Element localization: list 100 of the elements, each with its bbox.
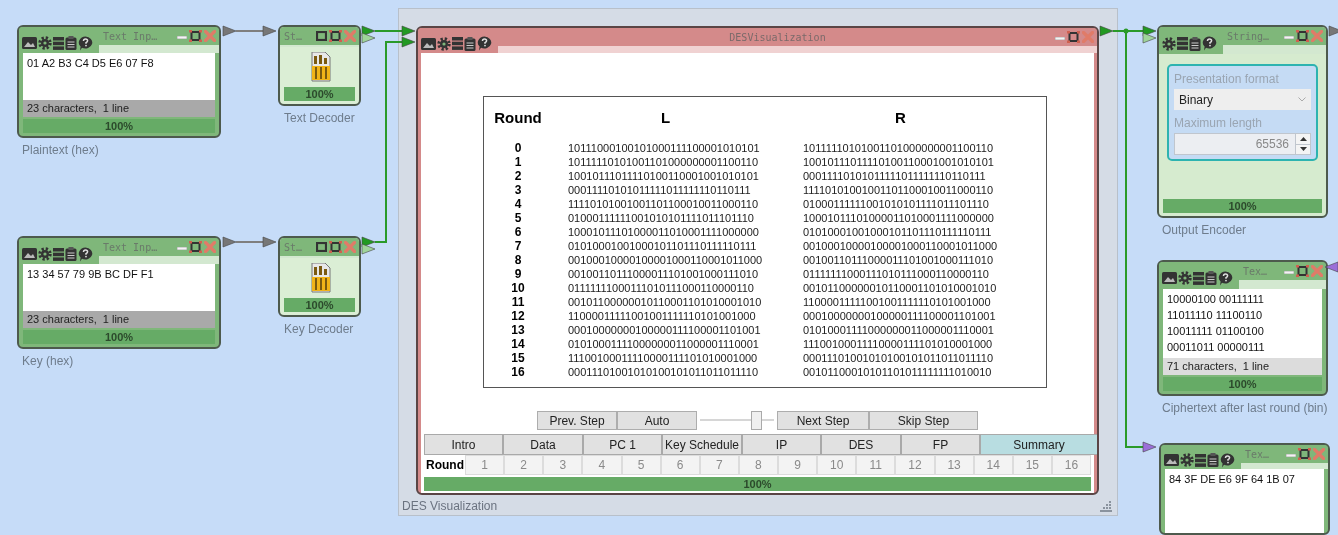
- table-cell-text: 10010111011110100110001001010101: [567, 169, 760, 183]
- table-cell-text: 00100010000100001000110001011000: [567, 253, 764, 267]
- table-cell-text: 10111110101001101000000001100110: [802, 141, 995, 155]
- text-area[interactable]: 13 34 57 79 9B BC DF F1: [23, 264, 215, 312]
- image-icon[interactable]: [421, 37, 436, 50]
- step-button[interactable]: Prev. Step: [537, 411, 617, 430]
- step-button[interactable]: Skip Step: [869, 411, 978, 430]
- table-cell-text: 10001011101000011010001111000000: [802, 211, 995, 225]
- gear-icon[interactable]: [1178, 271, 1192, 286]
- table-cell-text: 00100110111000011101001000111010: [802, 253, 995, 267]
- clipboard-icon[interactable]: [464, 36, 476, 51]
- clipboard-icon[interactable]: [65, 247, 77, 262]
- image-icon[interactable]: [22, 248, 37, 261]
- table-cell-text: 11000011111001001111110101001000: [567, 309, 757, 323]
- round-number: 0: [513, 141, 523, 155]
- table-cell-text: 10010111011110100110001001010101: [802, 155, 995, 169]
- round-number: 6: [513, 225, 523, 239]
- arrow-down-icon: [1299, 147, 1307, 152]
- maximize-icon[interactable]: [329, 30, 342, 42]
- table-cell-text: 01000111111001010101111011101110: [802, 197, 990, 211]
- table-cell-text: 00011101001010100101011011011110: [567, 365, 760, 379]
- clipboard-icon[interactable]: [1189, 36, 1201, 51]
- list-icon[interactable]: [53, 247, 64, 261]
- round-number: 7: [513, 239, 523, 253]
- help-icon[interactable]: [1220, 452, 1235, 468]
- clipboard-icon[interactable]: [65, 36, 77, 51]
- help-icon[interactable]: [1202, 36, 1217, 51]
- setting-label: Maximum length: [1174, 115, 1264, 132]
- gear-icon[interactable]: [38, 36, 52, 51]
- progress-label: 100%: [304, 298, 335, 312]
- step-button[interactable]: Next Step: [777, 411, 869, 430]
- round-number: 8: [513, 253, 523, 267]
- round-row-label: Round: [425, 457, 465, 474]
- gear-icon[interactable]: [437, 36, 451, 51]
- table-cell-text: 01010001001000101101110111110111: [802, 225, 993, 239]
- maximize-icon[interactable]: [1067, 31, 1080, 43]
- spin-up-button[interactable]: [1296, 134, 1310, 145]
- round-number: 10: [510, 281, 526, 295]
- clipboard-icon[interactable]: [1205, 271, 1217, 286]
- help-icon[interactable]: [78, 246, 93, 262]
- list-icon[interactable]: [1195, 453, 1206, 467]
- image-icon[interactable]: [1164, 454, 1179, 467]
- list-icon[interactable]: [53, 36, 64, 50]
- gear-icon[interactable]: [1180, 453, 1194, 468]
- arrow-up-icon: [1299, 136, 1307, 141]
- image-icon[interactable]: [22, 37, 37, 50]
- slider-thumb[interactable]: [751, 411, 763, 430]
- maximize-icon[interactable]: [1296, 30, 1309, 42]
- node-caption: Ciphertext after last round (bin): [1162, 400, 1328, 417]
- list-icon[interactable]: [452, 37, 463, 50]
- help-icon[interactable]: [78, 35, 93, 51]
- table-cell-text: 00100110111000011101001000111010: [567, 267, 760, 281]
- help-icon[interactable]: [477, 36, 492, 51]
- table-cell-text: 00100010000100001000110001011000: [802, 239, 999, 253]
- list-icon[interactable]: [1177, 37, 1188, 50]
- step-tab[interactable]: PC 1: [583, 434, 662, 455]
- column-header: Round: [493, 108, 543, 128]
- connector-line: [235, 241, 264, 243]
- gear-icon[interactable]: [1162, 36, 1176, 51]
- connector-line: [235, 30, 264, 32]
- node-title: String…: [1227, 29, 1271, 44]
- resize-grip-icon[interactable]: [1100, 500, 1112, 512]
- node-title: Tex…: [1243, 264, 1269, 279]
- progress-label: 100%: [304, 87, 335, 101]
- list-icon[interactable]: [1193, 271, 1204, 285]
- spin-down-button[interactable]: [1296, 144, 1310, 154]
- node-title: Text Inp…: [103, 29, 159, 44]
- step-tab[interactable]: Summary: [980, 434, 1097, 455]
- table-cell-text: 00010000000100000111100001101001: [802, 309, 997, 323]
- clipboard-icon[interactable]: [1207, 453, 1219, 468]
- step-button[interactable]: Auto: [617, 411, 697, 430]
- node-title: St…: [284, 29, 304, 44]
- step-tab[interactable]: IP: [742, 434, 821, 455]
- maximize-icon[interactable]: [189, 30, 202, 42]
- help-icon[interactable]: [1218, 270, 1233, 286]
- table-cell-text: 00011110101011111011111110110111: [802, 169, 987, 183]
- speed-slider[interactable]: [700, 411, 774, 430]
- step-tab[interactable]: FP: [901, 434, 980, 455]
- text-area[interactable]: 84 3F DE E6 9F 64 1B 07: [1165, 469, 1324, 533]
- status-text: 71 characters, 1 line: [1167, 359, 1270, 375]
- round-number: 1: [513, 155, 523, 169]
- round-number: 4: [513, 197, 523, 211]
- status-text: 23 characters, 1 line: [27, 101, 130, 117]
- text-area[interactable]: 10000100 00111111 11011110 11100110 10011111 01100100 00011011 00000111: [1163, 288, 1322, 359]
- panel-caption: DES Visualization: [402, 498, 498, 515]
- node-caption: Output Encoder: [1162, 222, 1248, 239]
- step-tab[interactable]: Key Schedule: [662, 434, 742, 455]
- step-tab[interactable]: Data: [503, 434, 583, 455]
- step-tab[interactable]: DES: [821, 434, 901, 455]
- column-header: L: [659, 108, 672, 128]
- image-icon[interactable]: [1162, 272, 1177, 285]
- maximize-icon[interactable]: [329, 241, 342, 253]
- text-area[interactable]: 01 A2 B3 C4 D5 E6 07 F8: [23, 53, 215, 101]
- chevron-down-icon: [1298, 97, 1306, 102]
- maximize-icon[interactable]: [189, 241, 202, 253]
- table-cell-text: 00011101001010100101011011011110: [802, 351, 995, 365]
- gear-icon[interactable]: [38, 247, 52, 262]
- maximize-icon[interactable]: [1298, 448, 1311, 460]
- maximize-icon[interactable]: [1296, 265, 1309, 277]
- step-tab[interactable]: Intro: [424, 434, 503, 455]
